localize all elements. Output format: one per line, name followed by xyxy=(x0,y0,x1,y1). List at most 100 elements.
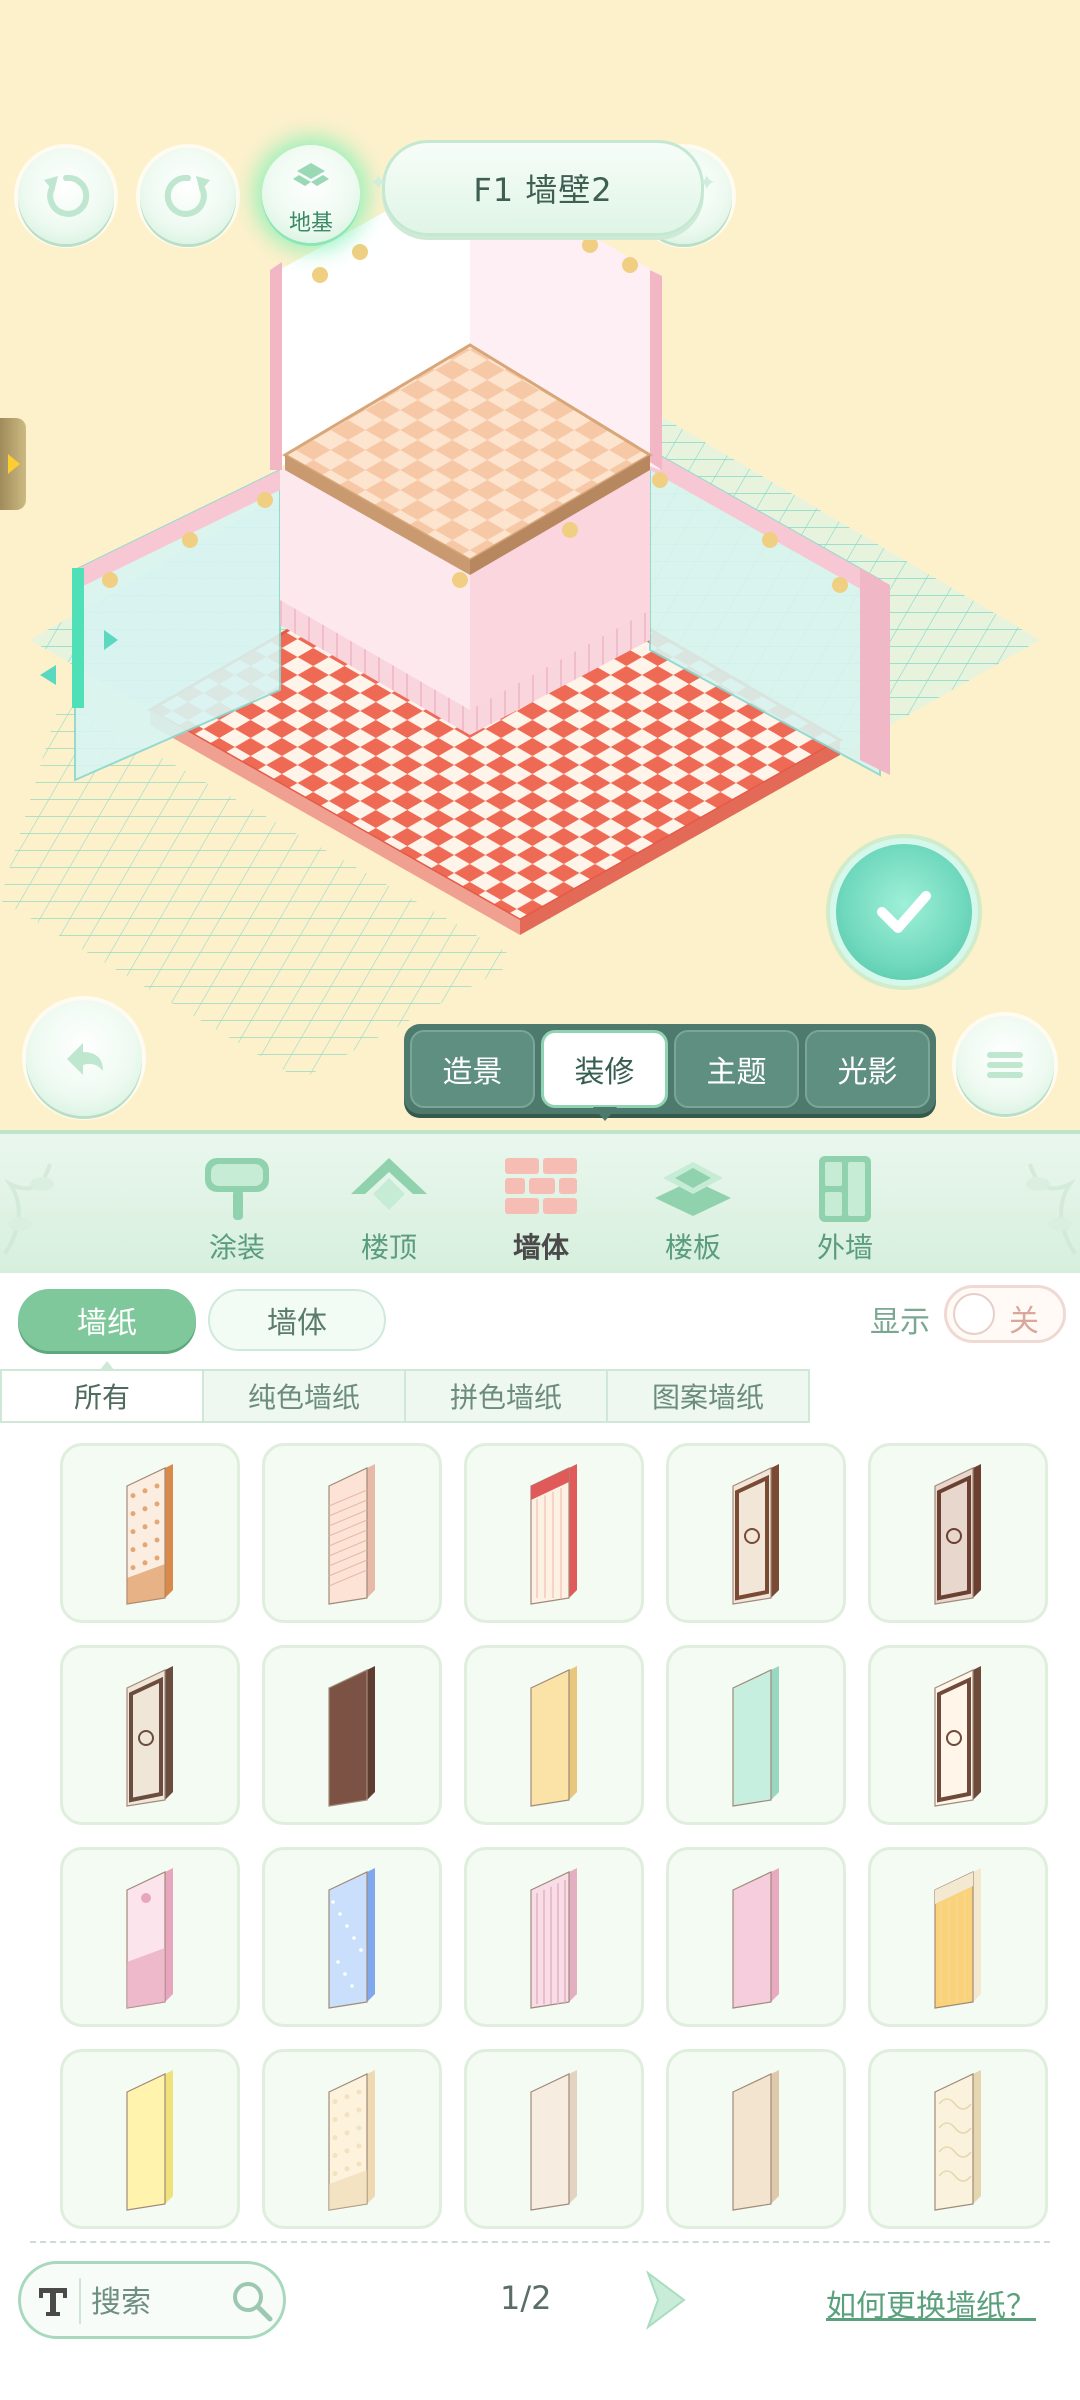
foundation-icon xyxy=(293,163,329,186)
wallpaper-item[interactable] xyxy=(868,1847,1048,2027)
wallpaper-item[interactable] xyxy=(666,1443,846,1623)
back-button[interactable] xyxy=(26,1000,142,1116)
mode-tab-bar: 造景 装修 主题 光影 xyxy=(404,1024,936,1121)
wallpaper-swatch-icon xyxy=(934,1868,981,2009)
floor-slab-icon xyxy=(655,1162,731,1216)
help-link[interactable]: 如何更换墙纸？ xyxy=(826,2281,1036,2325)
item-panel: 墙纸 墙体 显示 关 所有 纯色墙纸 拼色墙纸 图案墙纸 1/2 如何更换墙纸？ xyxy=(0,1273,1080,2400)
divider xyxy=(30,2241,1050,2243)
search-separator xyxy=(79,2278,81,2324)
category-label: 楼顶 xyxy=(360,1231,417,1264)
back-arrow-icon xyxy=(67,1043,103,1075)
wallpaper-item[interactable] xyxy=(60,2049,240,2229)
checkmark-icon xyxy=(877,891,931,933)
confirm-button[interactable] xyxy=(836,844,972,980)
hamburger-icon xyxy=(987,1052,1023,1078)
wallpaper-swatch-icon xyxy=(530,1464,577,1605)
exterior-wall-icon xyxy=(819,1156,871,1222)
foundation-button[interactable]: 地基 xyxy=(262,145,360,243)
toggle-knob xyxy=(953,1293,995,1335)
wallpaper-swatch-icon xyxy=(328,1868,375,2009)
wallpaper-item[interactable] xyxy=(262,2049,442,2229)
category-exterior-wall[interactable]: 外墙 xyxy=(790,1154,900,1266)
undo-button[interactable] xyxy=(18,148,114,244)
wallpaper-item[interactable] xyxy=(262,1443,442,1623)
category-label: 涂装 xyxy=(208,1231,265,1264)
next-page-arrow-icon[interactable] xyxy=(642,2269,688,2331)
wallpaper-item[interactable] xyxy=(464,1645,644,1825)
wallpaper-swatch-icon xyxy=(328,1666,375,1807)
category-wall[interactable]: 墙体 xyxy=(486,1154,596,1266)
toggle-state: 关 xyxy=(1009,1304,1039,1339)
wallpaper-swatch-icon xyxy=(126,1464,173,1605)
brick-wall-icon xyxy=(505,1158,577,1214)
page-indicator: 1/2 xyxy=(500,2279,552,2317)
segment-wallpaper[interactable]: 墙纸 xyxy=(18,1289,196,1351)
display-toggle-label: 显示 xyxy=(870,1305,930,1340)
segment-wall[interactable]: 墙体 xyxy=(208,1289,386,1351)
wallpaper-item[interactable] xyxy=(868,1645,1048,1825)
wallpaper-item[interactable] xyxy=(666,2049,846,2229)
redo-icon xyxy=(164,174,210,217)
wallpaper-swatch-icon xyxy=(530,2070,577,2211)
roof-icon xyxy=(351,1158,427,1210)
wallpaper-swatch-icon xyxy=(732,2070,779,2211)
wallpaper-swatch-icon xyxy=(934,1666,981,1807)
foundation-label: 地基 xyxy=(288,211,333,236)
wallpaper-swatch-icon xyxy=(126,1666,173,1807)
wallpaper-swatch-icon xyxy=(934,1464,981,1605)
tab-lighting[interactable]: 光影 xyxy=(805,1030,930,1108)
undo-icon xyxy=(44,174,90,217)
room-editor-scene[interactable]: 地基 F1 墙壁2 造景 装修 主题 光影 xyxy=(0,0,1080,1130)
wallpaper-filter-tabs: 所有 纯色墙纸 拼色墙纸 图案墙纸 xyxy=(0,1369,810,1423)
category-paint[interactable]: 涂装 xyxy=(182,1154,292,1266)
floor-wall-title[interactable]: F1 墙壁2 xyxy=(369,140,717,236)
paint-roller-icon xyxy=(205,1158,269,1220)
filter-solid[interactable]: 纯色墙纸 xyxy=(204,1371,406,1421)
wallpaper-item[interactable] xyxy=(464,1443,644,1623)
category-label: 楼板 xyxy=(664,1231,721,1264)
search-input[interactable] xyxy=(89,2276,233,2328)
search-box[interactable] xyxy=(18,2261,286,2339)
wallpaper-swatch-icon xyxy=(934,2070,981,2211)
wallpaper-item[interactable] xyxy=(464,2049,644,2229)
filter-pattern[interactable]: 图案墙纸 xyxy=(608,1371,808,1421)
wallpaper-swatch-icon xyxy=(732,1868,779,2009)
menu-button[interactable] xyxy=(956,1016,1054,1114)
wallpaper-item[interactable] xyxy=(60,1847,240,2027)
wallpaper-swatch-icon xyxy=(328,1464,375,1605)
wallpaper-item[interactable] xyxy=(262,1645,442,1825)
tab-decoration[interactable]: 装修 xyxy=(541,1030,668,1121)
wallpaper-swatch-icon xyxy=(126,1868,173,2009)
category-floor-slab[interactable]: 楼板 xyxy=(638,1154,748,1266)
wallpaper-swatch-icon xyxy=(328,2070,375,2211)
wallpaper-swatch-icon xyxy=(126,2070,173,2211)
vine-decoration-icon xyxy=(3,1163,54,1256)
wallpaper-swatch-icon xyxy=(732,1666,779,1807)
category-label: 墙体 xyxy=(512,1231,569,1264)
filter-two-tone[interactable]: 拼色墙纸 xyxy=(406,1371,608,1421)
search-icon[interactable] xyxy=(229,2278,275,2324)
vine-decoration-icon xyxy=(1026,1163,1077,1256)
wallpaper-item[interactable] xyxy=(464,1847,644,2027)
redo-button[interactable] xyxy=(140,148,236,244)
category-bar: 涂装 楼顶 墙体 楼板 外墙 xyxy=(0,1130,1080,1277)
wallpaper-item[interactable] xyxy=(868,2049,1048,2229)
wallpaper-swatch-icon xyxy=(530,1868,577,2009)
wallpaper-item[interactable] xyxy=(60,1443,240,1623)
tab-theme[interactable]: 主题 xyxy=(674,1030,799,1108)
category-label: 外墙 xyxy=(816,1231,873,1264)
wallpaper-item[interactable] xyxy=(666,1847,846,2027)
wallpaper-item[interactable] xyxy=(868,1443,1048,1623)
tab-scenery[interactable]: 造景 xyxy=(410,1030,535,1108)
side-drawer-handle[interactable] xyxy=(0,418,26,510)
wallpaper-item[interactable] xyxy=(60,1645,240,1825)
wallpaper-swatch-icon xyxy=(732,1464,779,1605)
wallpaper-item[interactable] xyxy=(262,1847,442,2027)
filter-all[interactable]: 所有 xyxy=(2,1371,204,1421)
wallpaper-item[interactable] xyxy=(666,1645,846,1825)
font-toggle-icon xyxy=(39,2288,67,2316)
wallpaper-swatch-icon xyxy=(530,1666,577,1807)
display-toggle[interactable]: 关 xyxy=(944,1285,1066,1343)
category-roof[interactable]: 楼顶 xyxy=(334,1154,444,1266)
